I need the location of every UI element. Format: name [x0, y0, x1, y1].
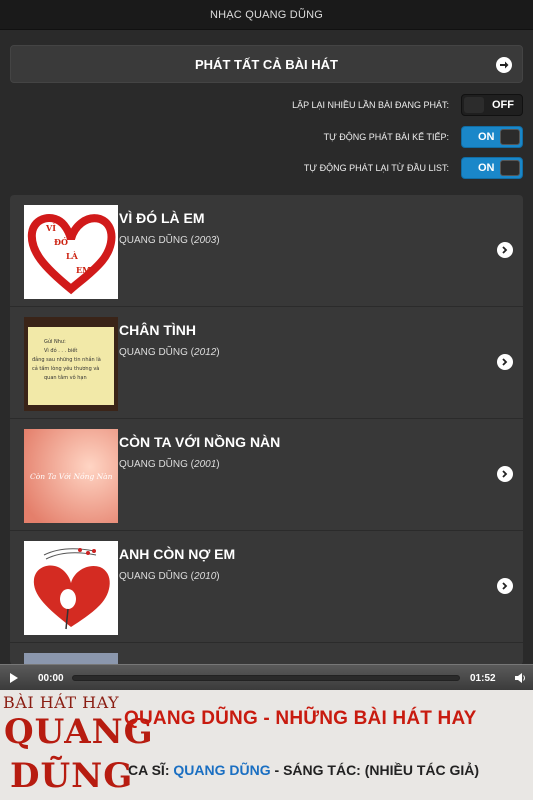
- page-title: NHẠC QUANG DŨNG: [209, 8, 323, 21]
- song-year: 2010: [194, 571, 217, 582]
- audio-player: 00:00 01:52: [0, 664, 533, 690]
- play-all-button[interactable]: PHÁT TẤT CẢ BÀI HÁT: [10, 45, 523, 83]
- autoplay-next-row: TỰ ĐỘNG PHÁT BÀI KẾ TIẾP: ON: [324, 125, 523, 149]
- duration: 01:52: [470, 673, 496, 684]
- composer-name: (NHIỀU TÁC GIẢ): [364, 762, 480, 778]
- volume-icon[interactable]: [514, 672, 526, 687]
- chevron-right-icon: [497, 354, 513, 370]
- song-artist: QUANG DŨNG: [119, 459, 188, 470]
- play-icon[interactable]: [10, 673, 18, 686]
- song-thumbnail: VÌ ĐÓ LÀ EM: [24, 205, 118, 299]
- song-year: 2012: [194, 347, 217, 358]
- banner-credits: CA SĨ: QUANG DŨNG - SÁNG TÁC: (NHIỀU TÁC…: [128, 762, 479, 778]
- banner-headline: QUANG DŨNG - NHỮNG BÀI HÁT HAY: [124, 708, 477, 729]
- current-time: 00:00: [38, 673, 64, 684]
- chevron-right-icon: [497, 578, 513, 594]
- toggle-state: ON: [478, 131, 495, 143]
- song-item[interactable]: Còn Ta Với Nồng Nàn CÒN TA VỚI NỒNG NÀN …: [10, 419, 523, 531]
- thumb-text: VÌ: [45, 223, 56, 233]
- song-thumbnail: Gửi Như: Vì đó . . . biết đắng sau những…: [24, 317, 118, 411]
- chevron-right-icon: [497, 466, 513, 482]
- logo-dung: DŨNG: [10, 756, 134, 796]
- toggle-knob: [464, 97, 484, 113]
- song-item[interactable]: ANH CÒN NỢ EM QUANG DŨNG (2010): [10, 531, 523, 643]
- thumb-text: LÀ: [66, 251, 79, 261]
- thumb-text: Còn Ta Với Nồng Nàn: [30, 472, 113, 481]
- song-item[interactable]: Gửi Như: Vì đó . . . biết đắng sau những…: [10, 307, 523, 419]
- song-title: ANH CÒN NỢ EM: [119, 546, 236, 562]
- repeat-one-row: LẶP LẠI NHIỀU LẦN BÀI ĐANG PHÁT: OFF: [292, 93, 523, 117]
- thumb-text: ĐÓ: [54, 237, 68, 247]
- song-subtitle: QUANG DŨNG (2003): [119, 235, 220, 246]
- progress-track[interactable]: [72, 675, 460, 681]
- song-subtitle: QUANG DŨNG (2012): [119, 347, 220, 358]
- thumb-text: quan tâm vô hạn: [44, 374, 87, 381]
- song-thumbnail: Còn Ta Với Nồng Nàn: [24, 429, 118, 523]
- composer-label: SÁNG TÁC:: [283, 762, 361, 778]
- song-list: VÌ ĐÓ LÀ EM VÌ ĐÓ LÀ EM QUANG DŨNG (2003…: [10, 195, 523, 665]
- autoplay-next-toggle[interactable]: ON: [461, 126, 523, 148]
- replay-list-label: TỰ ĐỘNG PHÁT LẠI TỪ ĐẦU LIST:: [303, 163, 449, 173]
- song-thumbnail: [24, 541, 118, 635]
- repeat-one-toggle[interactable]: OFF: [461, 94, 523, 116]
- autoplay-next-label: TỰ ĐỘNG PHÁT BÀI KẾ TIẾP:: [323, 132, 449, 142]
- song-year: 2003: [194, 235, 217, 246]
- logo-top-text: BÀI HÁT HAY: [3, 693, 120, 712]
- toggle-state: OFF: [492, 99, 514, 111]
- thumb-text: Vì đó . . . biết: [44, 347, 77, 354]
- thumb-text: cả tấm lòng yêu thương và: [32, 365, 99, 372]
- song-artist: QUANG DŨNG: [119, 347, 188, 358]
- toggle-knob: [500, 129, 520, 145]
- song-item-partial[interactable]: [10, 643, 523, 665]
- toggle-state: ON: [478, 162, 495, 174]
- replay-list-row: TỰ ĐỘNG PHÁT LẠI TỪ ĐẦU LIST: ON: [304, 156, 523, 180]
- singer-name[interactable]: QUANG DŨNG: [173, 762, 270, 778]
- song-subtitle: QUANG DŨNG (2001): [119, 459, 220, 470]
- separator: -: [270, 762, 284, 778]
- song-title: CHÂN TÌNH: [119, 322, 196, 338]
- song-subtitle: QUANG DŨNG (2010): [119, 571, 220, 582]
- chevron-right-icon: [497, 242, 513, 258]
- song-year: 2001: [194, 459, 217, 470]
- toggle-knob: [500, 160, 520, 176]
- thumb-text: đắng sau những tin nhắn là: [32, 356, 101, 363]
- thumb-text: EM: [76, 265, 91, 275]
- thumb-text: Gửi Như:: [44, 338, 66, 345]
- arrow-right-icon: [496, 57, 512, 73]
- app-header: NHẠC QUANG DŨNG: [0, 0, 533, 30]
- song-item[interactable]: VÌ ĐÓ LÀ EM VÌ ĐÓ LÀ EM QUANG DŨNG (2003…: [10, 195, 523, 307]
- song-artist: QUANG DŨNG: [119, 571, 188, 582]
- site-banner: BÀI HÁT HAY QUANG DŨNG QUANG DŨNG - NHỮN…: [0, 690, 533, 800]
- replay-list-toggle[interactable]: ON: [461, 157, 523, 179]
- repeat-one-label: LẶP LẠI NHIỀU LẦN BÀI ĐANG PHÁT:: [292, 100, 449, 110]
- singer-label: CA SĨ:: [128, 762, 170, 778]
- song-title: CÒN TA VỚI NỒNG NÀN: [119, 434, 281, 450]
- song-artist: QUANG DŨNG: [119, 235, 188, 246]
- play-all-label: PHÁT TẤT CẢ BÀI HÁT: [195, 56, 338, 72]
- song-title: VÌ ĐÓ LÀ EM: [119, 210, 205, 226]
